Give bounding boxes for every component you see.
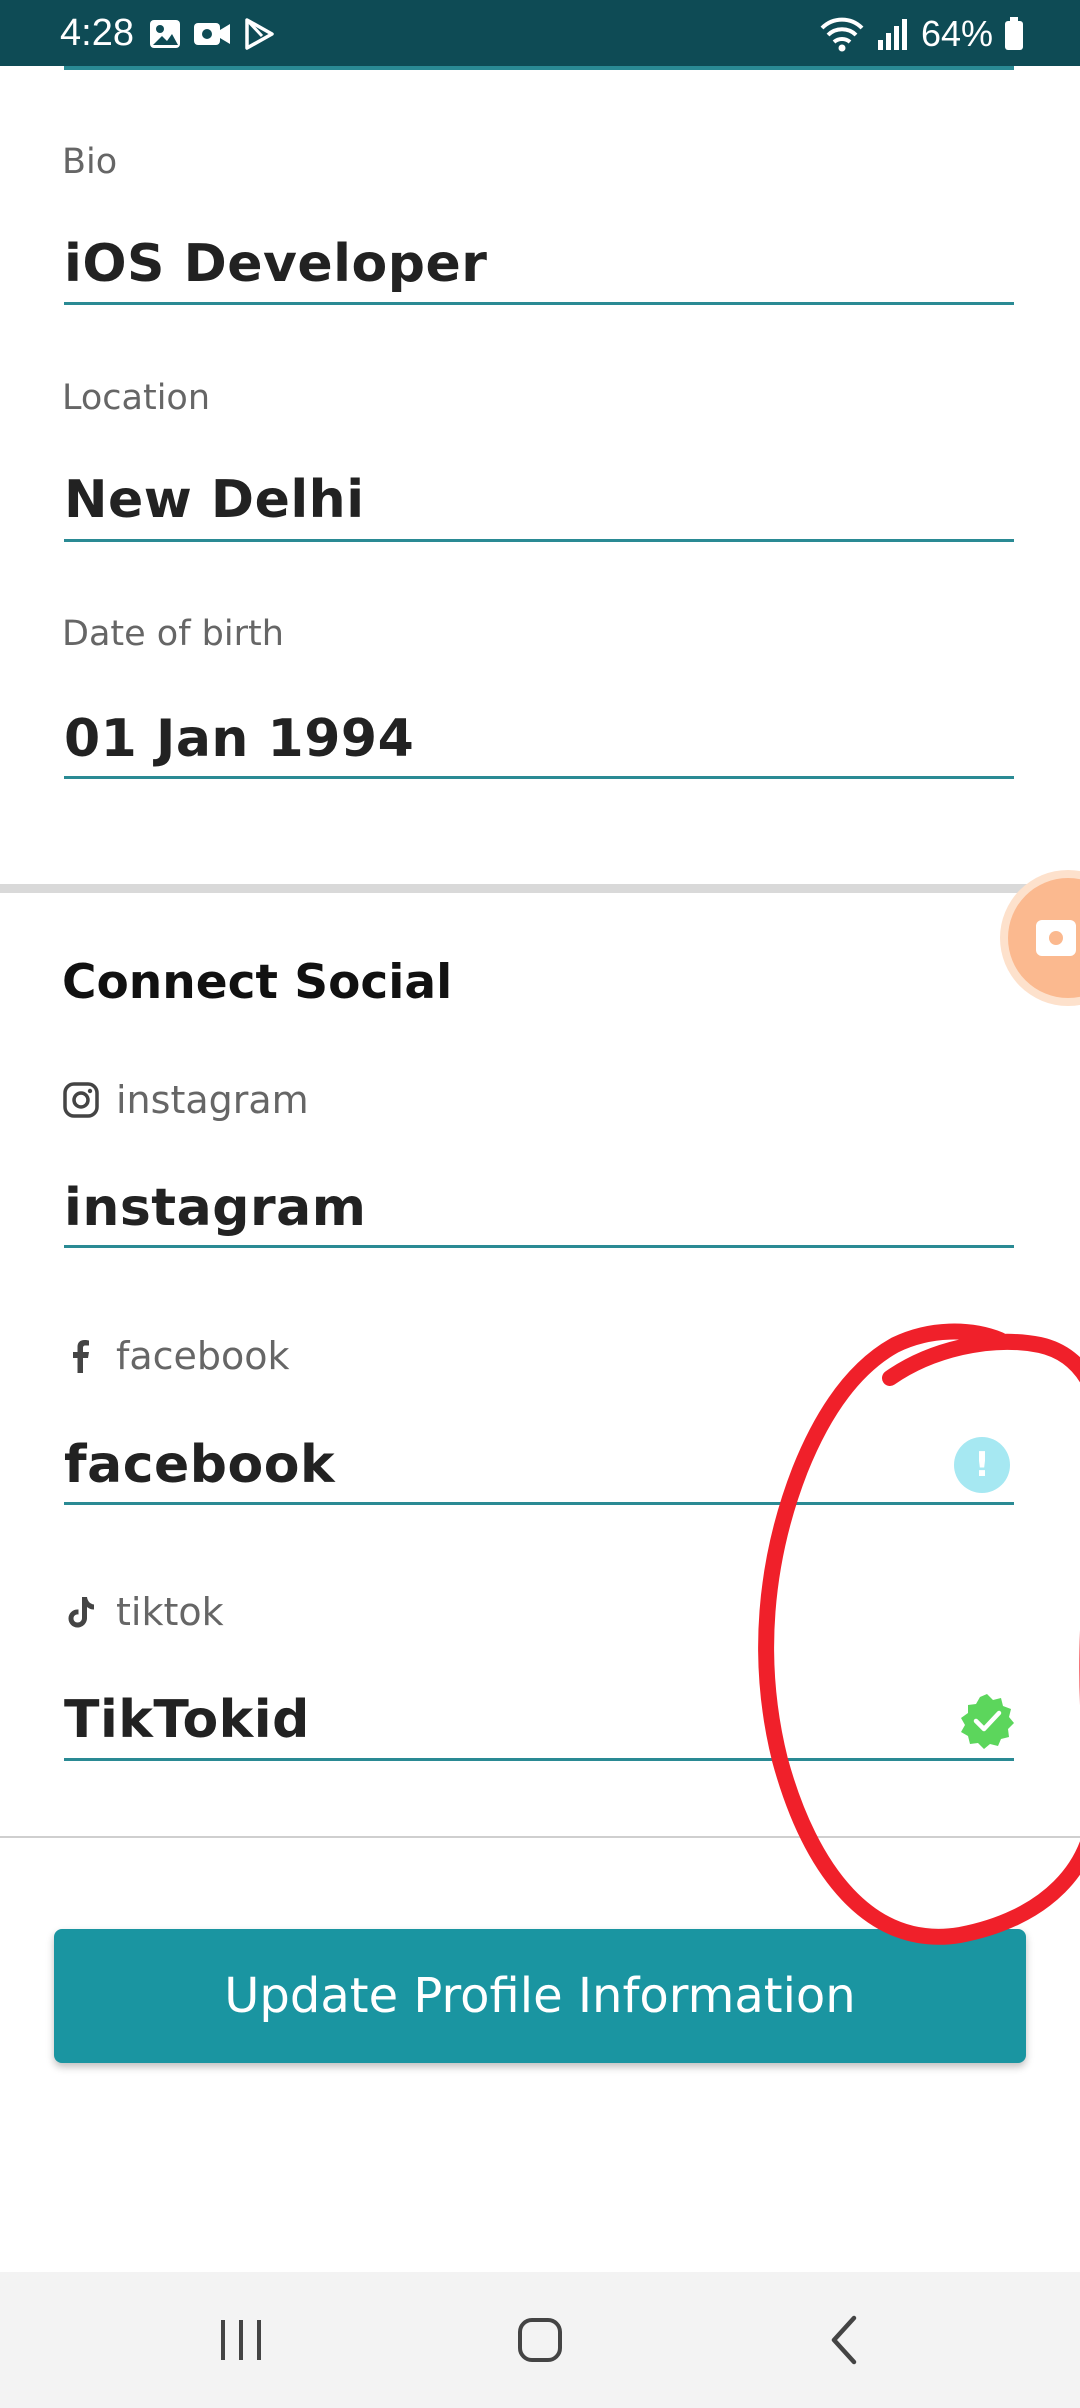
facebook-icon [73,1340,89,1373]
previous-field-underline [64,66,1014,70]
dob-label: Date of birth [62,614,284,654]
gallery-icon [150,20,180,48]
facebook-label-text: facebook [116,1334,290,1378]
system-icons: 64% [819,13,1025,54]
dob-input[interactable]: 01 Jan 1994 [64,709,414,769]
back-icon[interactable] [826,2314,862,2366]
video-call-icon [194,23,230,45]
navigation-bar [0,2272,1080,2408]
update-profile-button[interactable]: Update Profile Information [54,1929,1026,2063]
exclamation-icon: ! [974,1445,990,1485]
home-icon[interactable] [516,2316,564,2364]
instagram-icon [63,1082,99,1118]
facebook-input[interactable]: facebook [64,1435,335,1495]
play-store-icon [245,18,274,50]
bio-underline [64,302,1014,305]
location-underline [64,539,1014,542]
signal-icon [877,19,907,50]
check-badge-icon[interactable] [958,1692,1016,1750]
instagram-label: instagram [62,1078,309,1122]
instagram-input[interactable]: instagram [64,1178,366,1238]
facebook-label: facebook [62,1334,290,1378]
instagram-underline [64,1245,1014,1248]
instagram-label-text: instagram [116,1078,309,1122]
tiktok-label-text: tiktok [116,1590,224,1634]
screen-record-button[interactable] [1008,878,1080,998]
bottom-divider [0,1836,1080,1838]
record-icon [1036,920,1076,956]
notification-icons [148,16,276,52]
section-divider [0,884,1080,893]
battery-icon [1005,17,1023,50]
wifi-icon [820,17,864,52]
tiktok-underline [64,1758,1014,1761]
status-time: 4:28 [60,12,134,54]
location-input[interactable]: New Delhi [64,470,365,530]
tiktok-input[interactable]: TikTokid [64,1690,310,1750]
battery-percentage: 64% [920,13,993,54]
status-bar: 4:28 64% [0,0,1080,66]
dob-underline [64,776,1014,779]
tiktok-icon [68,1597,94,1628]
recent-apps-icon[interactable] [216,2316,266,2364]
facebook-unverified-status[interactable]: ! [954,1437,1010,1493]
facebook-underline [64,1502,1014,1505]
bio-label: Bio [62,142,118,182]
tiktok-label: tiktok [62,1590,224,1634]
location-label: Location [62,378,211,418]
connect-social-title: Connect Social [62,955,453,1010]
bio-input[interactable]: iOS Developer [64,234,487,294]
